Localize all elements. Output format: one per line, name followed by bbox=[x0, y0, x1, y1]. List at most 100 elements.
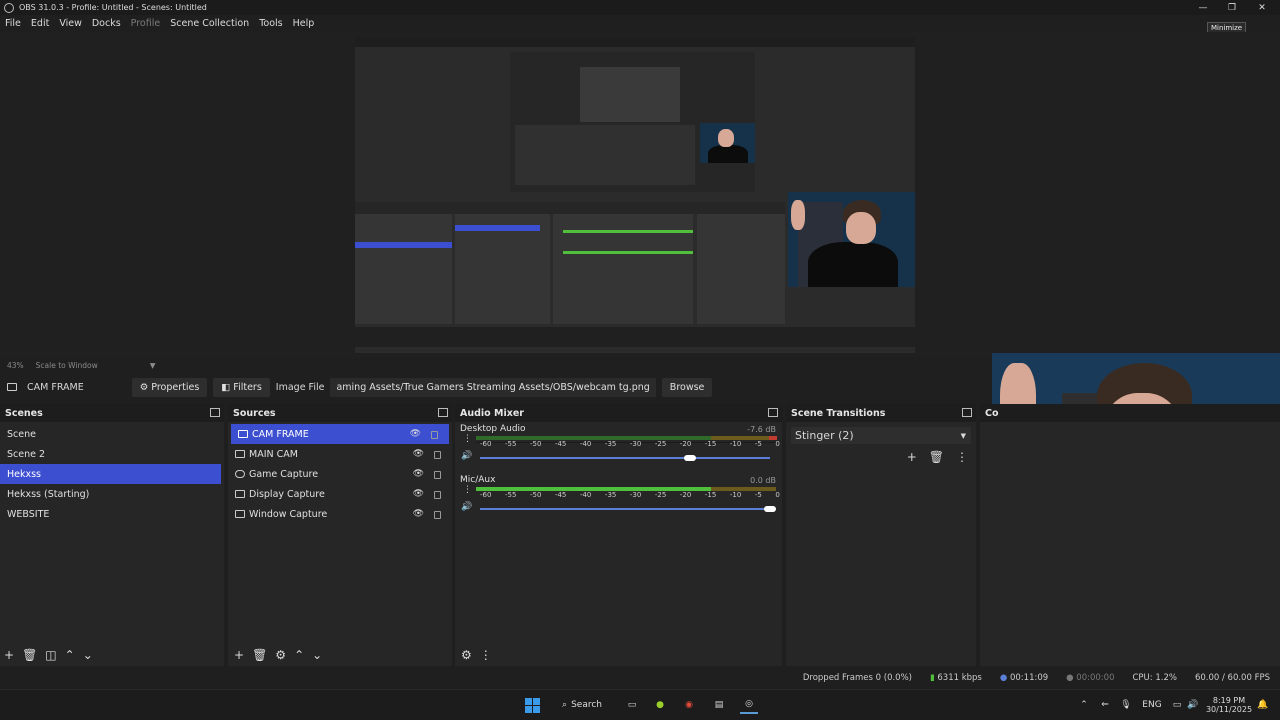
obs-taskbar-icon[interactable]: ◎ bbox=[740, 696, 758, 714]
eye-icon[interactable]: 👁 bbox=[413, 469, 424, 479]
sources-title: Sources bbox=[233, 407, 276, 419]
menu-edit[interactable]: Edit bbox=[31, 18, 49, 29]
filters-button[interactable]: ◧ Filters bbox=[213, 377, 270, 397]
scene-transitions-dock: Scene Transitions Stinger (2) ▼ + 🗑 ⋮ bbox=[786, 404, 976, 666]
title-bar: OBS 31.0.3 - Profile: Untitled - Scenes:… bbox=[0, 0, 1280, 15]
menu-dots-icon[interactable]: ⋮ bbox=[480, 648, 492, 662]
source-item[interactable]: MAIN CAM 👁 bbox=[228, 444, 452, 464]
zoom-level: 43% bbox=[7, 360, 24, 370]
menu-dots-icon[interactable]: ⋮ bbox=[463, 434, 472, 444]
gear-icon[interactable]: ⚙ bbox=[275, 648, 286, 662]
scenes-title: Scenes bbox=[5, 407, 43, 419]
controls-title: Co bbox=[985, 407, 999, 419]
add-icon[interactable]: + bbox=[907, 450, 917, 464]
app-icon-green[interactable]: ● bbox=[652, 696, 668, 714]
trash-icon[interactable]: 🗑 bbox=[252, 648, 267, 662]
back-icon[interactable]: ⇐ bbox=[1099, 696, 1111, 714]
source-item[interactable]: Display Capture 👁 bbox=[228, 484, 452, 504]
dropped-frames: Dropped Frames 0 (0.0%) bbox=[802, 673, 912, 683]
menu-tools[interactable]: Tools bbox=[259, 18, 282, 29]
menu-file[interactable]: File bbox=[5, 18, 21, 29]
move-down-icon[interactable]: ⌄ bbox=[312, 648, 322, 662]
sources-dock: Sources CAM FRAME 👁 MAIN CAM 👁 Game Capt… bbox=[228, 404, 452, 666]
undock-icon[interactable] bbox=[962, 408, 972, 417]
source-item[interactable]: Window Capture 👁 bbox=[228, 504, 452, 524]
trash-icon[interactable]: 🗑 bbox=[22, 648, 37, 662]
close-button[interactable]: ✕ bbox=[1248, 0, 1276, 15]
properties-button[interactable]: ⚙ Properties bbox=[131, 377, 208, 397]
menu-scene-collection[interactable]: Scene Collection bbox=[170, 18, 249, 29]
monitor-icon bbox=[235, 490, 245, 498]
minimize-button[interactable]: — bbox=[1189, 0, 1217, 15]
chevron-up-icon[interactable]: ⌃ bbox=[1078, 696, 1090, 714]
preview-canvas[interactable] bbox=[355, 37, 915, 353]
browse-button[interactable]: Browse bbox=[661, 377, 713, 397]
menu-docks[interactable]: Docks bbox=[92, 18, 121, 29]
undock-icon[interactable] bbox=[210, 408, 220, 417]
lock-icon[interactable] bbox=[434, 471, 441, 479]
add-icon[interactable]: + bbox=[234, 648, 244, 662]
move-up-icon[interactable]: ⌃ bbox=[65, 648, 75, 662]
scene-item[interactable]: WEBSITE bbox=[0, 504, 224, 524]
lock-icon[interactable] bbox=[434, 451, 441, 459]
task-view-icon[interactable]: ▭ bbox=[624, 696, 640, 714]
scene-item[interactable]: Hekxss (Starting) bbox=[0, 484, 224, 504]
eye-icon[interactable]: 👁 bbox=[413, 489, 424, 499]
eye-icon[interactable]: 👁 bbox=[413, 449, 424, 459]
trash-icon[interactable]: 🗑 bbox=[929, 450, 944, 464]
move-down-icon[interactable]: ⌄ bbox=[83, 648, 93, 662]
record-time: ● 00:00:00 bbox=[1066, 673, 1114, 683]
undock-icon[interactable] bbox=[438, 408, 448, 417]
add-icon[interactable]: + bbox=[4, 648, 14, 662]
maximize-button[interactable]: ❐ bbox=[1218, 0, 1246, 15]
lock-icon[interactable] bbox=[431, 431, 438, 439]
filters-label: Filters bbox=[233, 381, 262, 393]
mixer-settings-icon[interactable]: ⚙ bbox=[461, 648, 472, 662]
volume-knob[interactable] bbox=[764, 506, 776, 512]
volume-slider[interactable] bbox=[480, 457, 770, 459]
move-up-icon[interactable]: ⌃ bbox=[294, 648, 304, 662]
volume-icon[interactable]: 🔊 bbox=[1186, 696, 1200, 714]
source-item[interactable]: Game Capture 👁 bbox=[228, 464, 452, 484]
source-item-selected[interactable]: CAM FRAME 👁 bbox=[231, 424, 449, 444]
filter-icon[interactable]: ◫ bbox=[45, 648, 56, 662]
capture-app-icon[interactable]: ▤ bbox=[711, 696, 727, 714]
start-button[interactable] bbox=[523, 696, 541, 714]
volume-knob[interactable] bbox=[684, 455, 697, 461]
controls-dock: Co bbox=[980, 404, 1280, 666]
chrome-icon[interactable]: ◉ bbox=[681, 696, 697, 714]
eye-icon[interactable]: 👁 bbox=[410, 429, 421, 439]
menu-dots-icon[interactable]: ⋮ bbox=[956, 450, 968, 464]
record-time-value: 00:00:00 bbox=[1076, 673, 1115, 683]
lock-icon[interactable] bbox=[434, 511, 441, 519]
scale-mode-select[interactable]: Scale to Window bbox=[36, 361, 98, 370]
clock[interactable]: 8:19 PM 30/11/2025 bbox=[1204, 693, 1254, 717]
image-path-field[interactable]: aming Assets/True Gamers Streaming Asset… bbox=[330, 377, 656, 397]
scene-item[interactable]: Scene bbox=[0, 424, 224, 444]
image-icon bbox=[7, 383, 17, 391]
chevron-down-icon: ▼ bbox=[960, 431, 966, 440]
channel-db: -7.6 dB bbox=[747, 425, 776, 434]
eye-icon[interactable]: 👁 bbox=[413, 509, 424, 519]
menu-dots-icon[interactable]: ⋮ bbox=[463, 485, 472, 495]
clock-date: 30/11/2025 bbox=[1205, 705, 1253, 714]
speaker-icon[interactable]: 🔊 bbox=[461, 451, 472, 461]
lock-icon[interactable] bbox=[434, 491, 441, 499]
scene-item[interactable]: Scene 2 bbox=[0, 444, 224, 464]
undock-icon[interactable] bbox=[768, 408, 778, 417]
menu-profile[interactable]: Profile bbox=[131, 18, 161, 29]
transition-select[interactable]: Stinger (2) ▼ bbox=[791, 427, 971, 444]
notification-icon[interactable]: 🔔 bbox=[1256, 696, 1270, 714]
chevron-down-icon[interactable]: ▼ bbox=[150, 361, 156, 370]
scene-item-selected[interactable]: Hekxss bbox=[0, 464, 221, 484]
scene-transitions-title: Scene Transitions bbox=[791, 407, 886, 419]
audio-mixer-title: Audio Mixer bbox=[460, 407, 524, 419]
search-button[interactable]: ⌕ Search bbox=[558, 696, 606, 714]
network-icon[interactable]: ▭ bbox=[1170, 696, 1184, 714]
speaker-icon[interactable]: 🔊 bbox=[461, 502, 472, 512]
language-indicator[interactable]: ENG bbox=[1140, 696, 1164, 714]
menu-view[interactable]: View bbox=[59, 18, 82, 29]
menu-help[interactable]: Help bbox=[293, 18, 315, 29]
volume-slider[interactable] bbox=[480, 508, 770, 510]
mic-icon[interactable]: 🎙 bbox=[1120, 696, 1132, 714]
